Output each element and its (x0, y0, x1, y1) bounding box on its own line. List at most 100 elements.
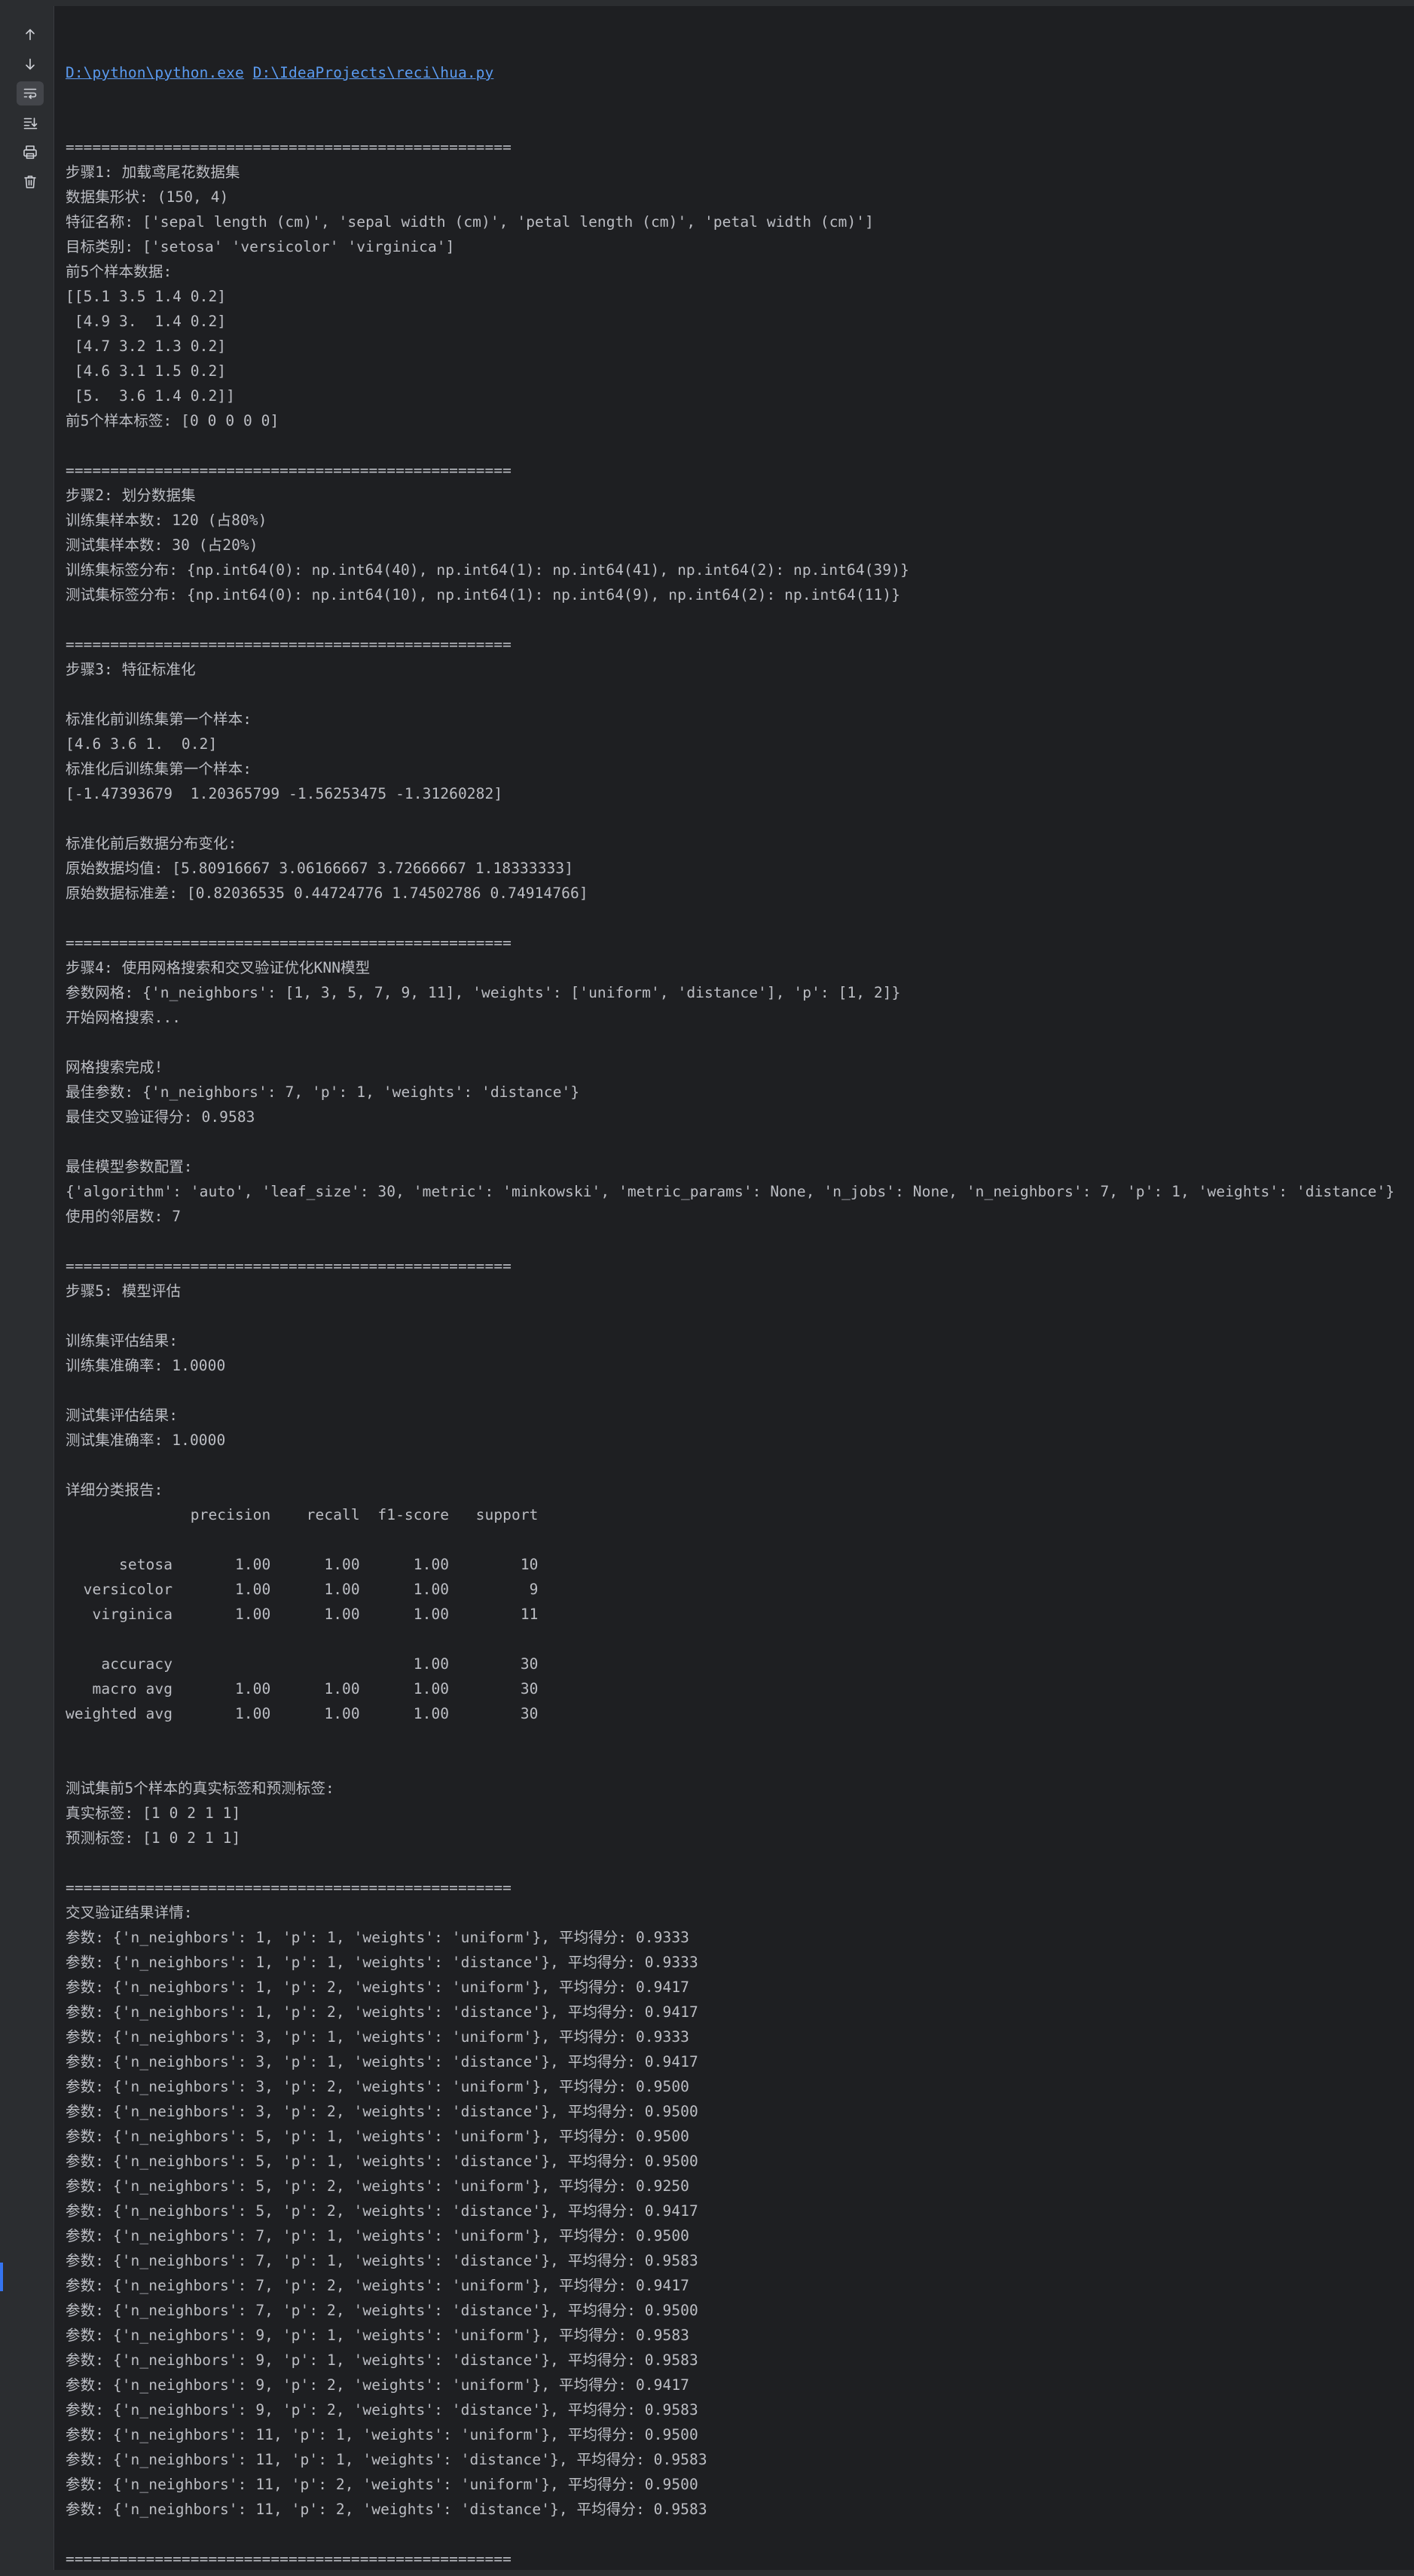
arrow-down-icon (26, 58, 35, 70)
console-line: ========================================… (66, 1257, 512, 1275)
console-line: 参数网格: {'n_neighbors': [1, 3, 5, 7, 9, 11… (66, 984, 901, 1001)
console-line: 训练集准确率: 1.0000 (66, 1357, 226, 1374)
console-line: 最佳交叉验证得分: 0.9583 (66, 1108, 255, 1126)
console-line: 参数: {'n_neighbors': 5, 'p': 2, 'weights'… (66, 2177, 689, 2195)
console-line: 参数: {'n_neighbors': 9, 'p': 1, 'weights'… (66, 2351, 698, 2369)
console-line: 参数: {'n_neighbors': 3, 'p': 1, 'weights'… (66, 2053, 698, 2070)
console-line: 最佳模型参数配置: (66, 1158, 193, 1175)
console-toolbar (0, 6, 54, 2576)
console-line: [5. 3.6 1.4 0.2]] (66, 387, 235, 405)
console-line: 参数: {'n_neighbors': 9, 'p': 2, 'weights'… (66, 2401, 698, 2419)
console-line: 测试集评估结果: (66, 1407, 179, 1424)
trash-icon (24, 176, 36, 188)
console-line: [4.6 3.6 1. 0.2] (66, 735, 218, 753)
console-line: 参数: {'n_neighbors': 9, 'p': 2, 'weights'… (66, 2376, 689, 2394)
print-button[interactable] (17, 140, 44, 164)
console-line: 参数: {'n_neighbors': 11, 'p': 2, 'weights… (66, 2476, 698, 2493)
console-line: 训练集标签分布: {np.int64(0): np.int64(40), np.… (66, 561, 909, 579)
console-line: 前5个样本数据: (66, 263, 173, 280)
console-line: 训练集评估结果: (66, 1332, 179, 1349)
python-exe-link[interactable]: D:\python\python.exe (66, 64, 244, 81)
clear-all-button[interactable] (17, 170, 44, 194)
console-line: 训练集样本数: 120 (占80%) (66, 512, 267, 529)
console-line: 开始网格搜索... (66, 1009, 182, 1026)
arrow-up-icon (26, 29, 35, 41)
console-line: 目标类别: ['setosa' 'versicolor' 'virginica'… (66, 238, 455, 255)
console-line: 参数: {'n_neighbors': 5, 'p': 1, 'weights'… (66, 2153, 698, 2170)
console-line: 测试集前5个样本的真实标签和预测标签: (66, 1780, 334, 1797)
scroll-to-end-button[interactable] (17, 111, 44, 135)
window-bottom-edge (0, 2570, 1414, 2576)
console-line: 测试集样本数: 30 (占20%) (66, 536, 258, 554)
console-line: virginica 1.00 1.00 1.00 11 (66, 1606, 539, 1623)
console-line: 参数: {'n_neighbors': 11, 'p': 1, 'weights… (66, 2451, 707, 2468)
console-line: 参数: {'n_neighbors': 1, 'p': 2, 'weights'… (66, 1979, 689, 1996)
console-line: 参数: {'n_neighbors': 7, 'p': 2, 'weights'… (66, 2277, 689, 2294)
console-line: 前5个样本标签: [0 0 0 0 0] (66, 412, 279, 429)
script-path-link[interactable]: D:\IdeaProjects\reci\hua.py (253, 64, 494, 81)
console-line: [4.6 3.1 1.5 0.2] (66, 362, 227, 380)
window-top-edge (0, 0, 1414, 6)
run-command-line: D:\python\python.exe D:\IdeaProjects\rec… (66, 60, 1414, 85)
console-line: 最佳参数: {'n_neighbors': 7, 'p': 1, 'weight… (66, 1083, 580, 1101)
console-line: 特征名称: ['sepal length (cm)', 'sepal width… (66, 213, 874, 231)
console-line: [-1.47393679 1.20365799 -1.56253475 -1.3… (66, 785, 503, 802)
console-line: 参数: {'n_neighbors': 11, 'p': 1, 'weights… (66, 2426, 698, 2443)
console-line: macro avg 1.00 1.00 1.00 30 (66, 1680, 539, 1697)
current-line-marker (0, 2263, 3, 2291)
console-line: 参数: {'n_neighbors': 3, 'p': 2, 'weights'… (66, 2078, 689, 2095)
console-output[interactable]: D:\python\python.exe D:\IdeaProjects\rec… (66, 11, 1414, 2576)
console-line: [[5.1 3.5 1.4 0.2] (66, 288, 227, 305)
scroll-to-end-icon (23, 118, 38, 130)
console-line: ========================================… (66, 139, 512, 156)
console-line: 标准化前后数据分布变化: (66, 835, 237, 852)
console-line: 参数: {'n_neighbors': 7, 'p': 2, 'weights'… (66, 2302, 698, 2319)
console-line: 参数: {'n_neighbors': 1, 'p': 1, 'weights'… (66, 1954, 698, 1971)
console-line: 测试集准确率: 1.0000 (66, 1432, 226, 1449)
console-line: 步骤1: 加载鸢尾花数据集 (66, 163, 240, 181)
console-line: 参数: {'n_neighbors': 3, 'p': 2, 'weights'… (66, 2103, 698, 2120)
console-line: 步骤2: 划分数据集 (66, 487, 196, 504)
console-line: 参数: {'n_neighbors': 5, 'p': 1, 'weights'… (66, 2128, 689, 2145)
console-line: setosa 1.00 1.00 1.00 10 (66, 1556, 539, 1573)
console-line: 步骤5: 模型评估 (66, 1282, 182, 1300)
soft-wrap-icon (23, 88, 37, 99)
console-line: [4.7 3.2 1.3 0.2] (66, 338, 227, 355)
console-line: ========================================… (66, 934, 512, 952)
console-line: 测试集标签分布: {np.int64(0): np.int64(10), np.… (66, 586, 901, 604)
scroll-up-button[interactable] (17, 23, 44, 47)
console-line: precision recall f1-score support (66, 1506, 539, 1523)
console-line: 预测标签: [1 0 2 1 1] (66, 1829, 241, 1847)
console-lines: ========================================… (66, 135, 1414, 2576)
console-line: 使用的邻居数: 7 (66, 1208, 182, 1225)
console-line: 数据集形状: (150, 4) (66, 188, 229, 206)
console-line: ========================================… (66, 462, 512, 479)
console-line: 真实标签: [1 0 2 1 1] (66, 1804, 241, 1822)
console-line: ========================================… (66, 1879, 512, 1896)
scroll-down-button[interactable] (17, 52, 44, 76)
soft-wrap-button[interactable] (17, 81, 44, 105)
console-line: 标准化前训练集第一个样本: (66, 710, 252, 728)
console-line: versicolor 1.00 1.00 1.00 9 (66, 1581, 539, 1598)
console-line: accuracy 1.00 30 (66, 1655, 539, 1673)
console-line: 原始数据标准差: [0.82036535 0.44724776 1.745027… (66, 885, 588, 902)
console-line: 参数: {'n_neighbors': 11, 'p': 2, 'weights… (66, 2501, 707, 2518)
console-line: 参数: {'n_neighbors': 7, 'p': 1, 'weights'… (66, 2252, 698, 2269)
console-line: 原始数据均值: [5.80916667 3.06166667 3.7266666… (66, 860, 574, 877)
console-line: 参数: {'n_neighbors': 7, 'p': 1, 'weights'… (66, 2227, 689, 2244)
print-icon (23, 145, 37, 159)
